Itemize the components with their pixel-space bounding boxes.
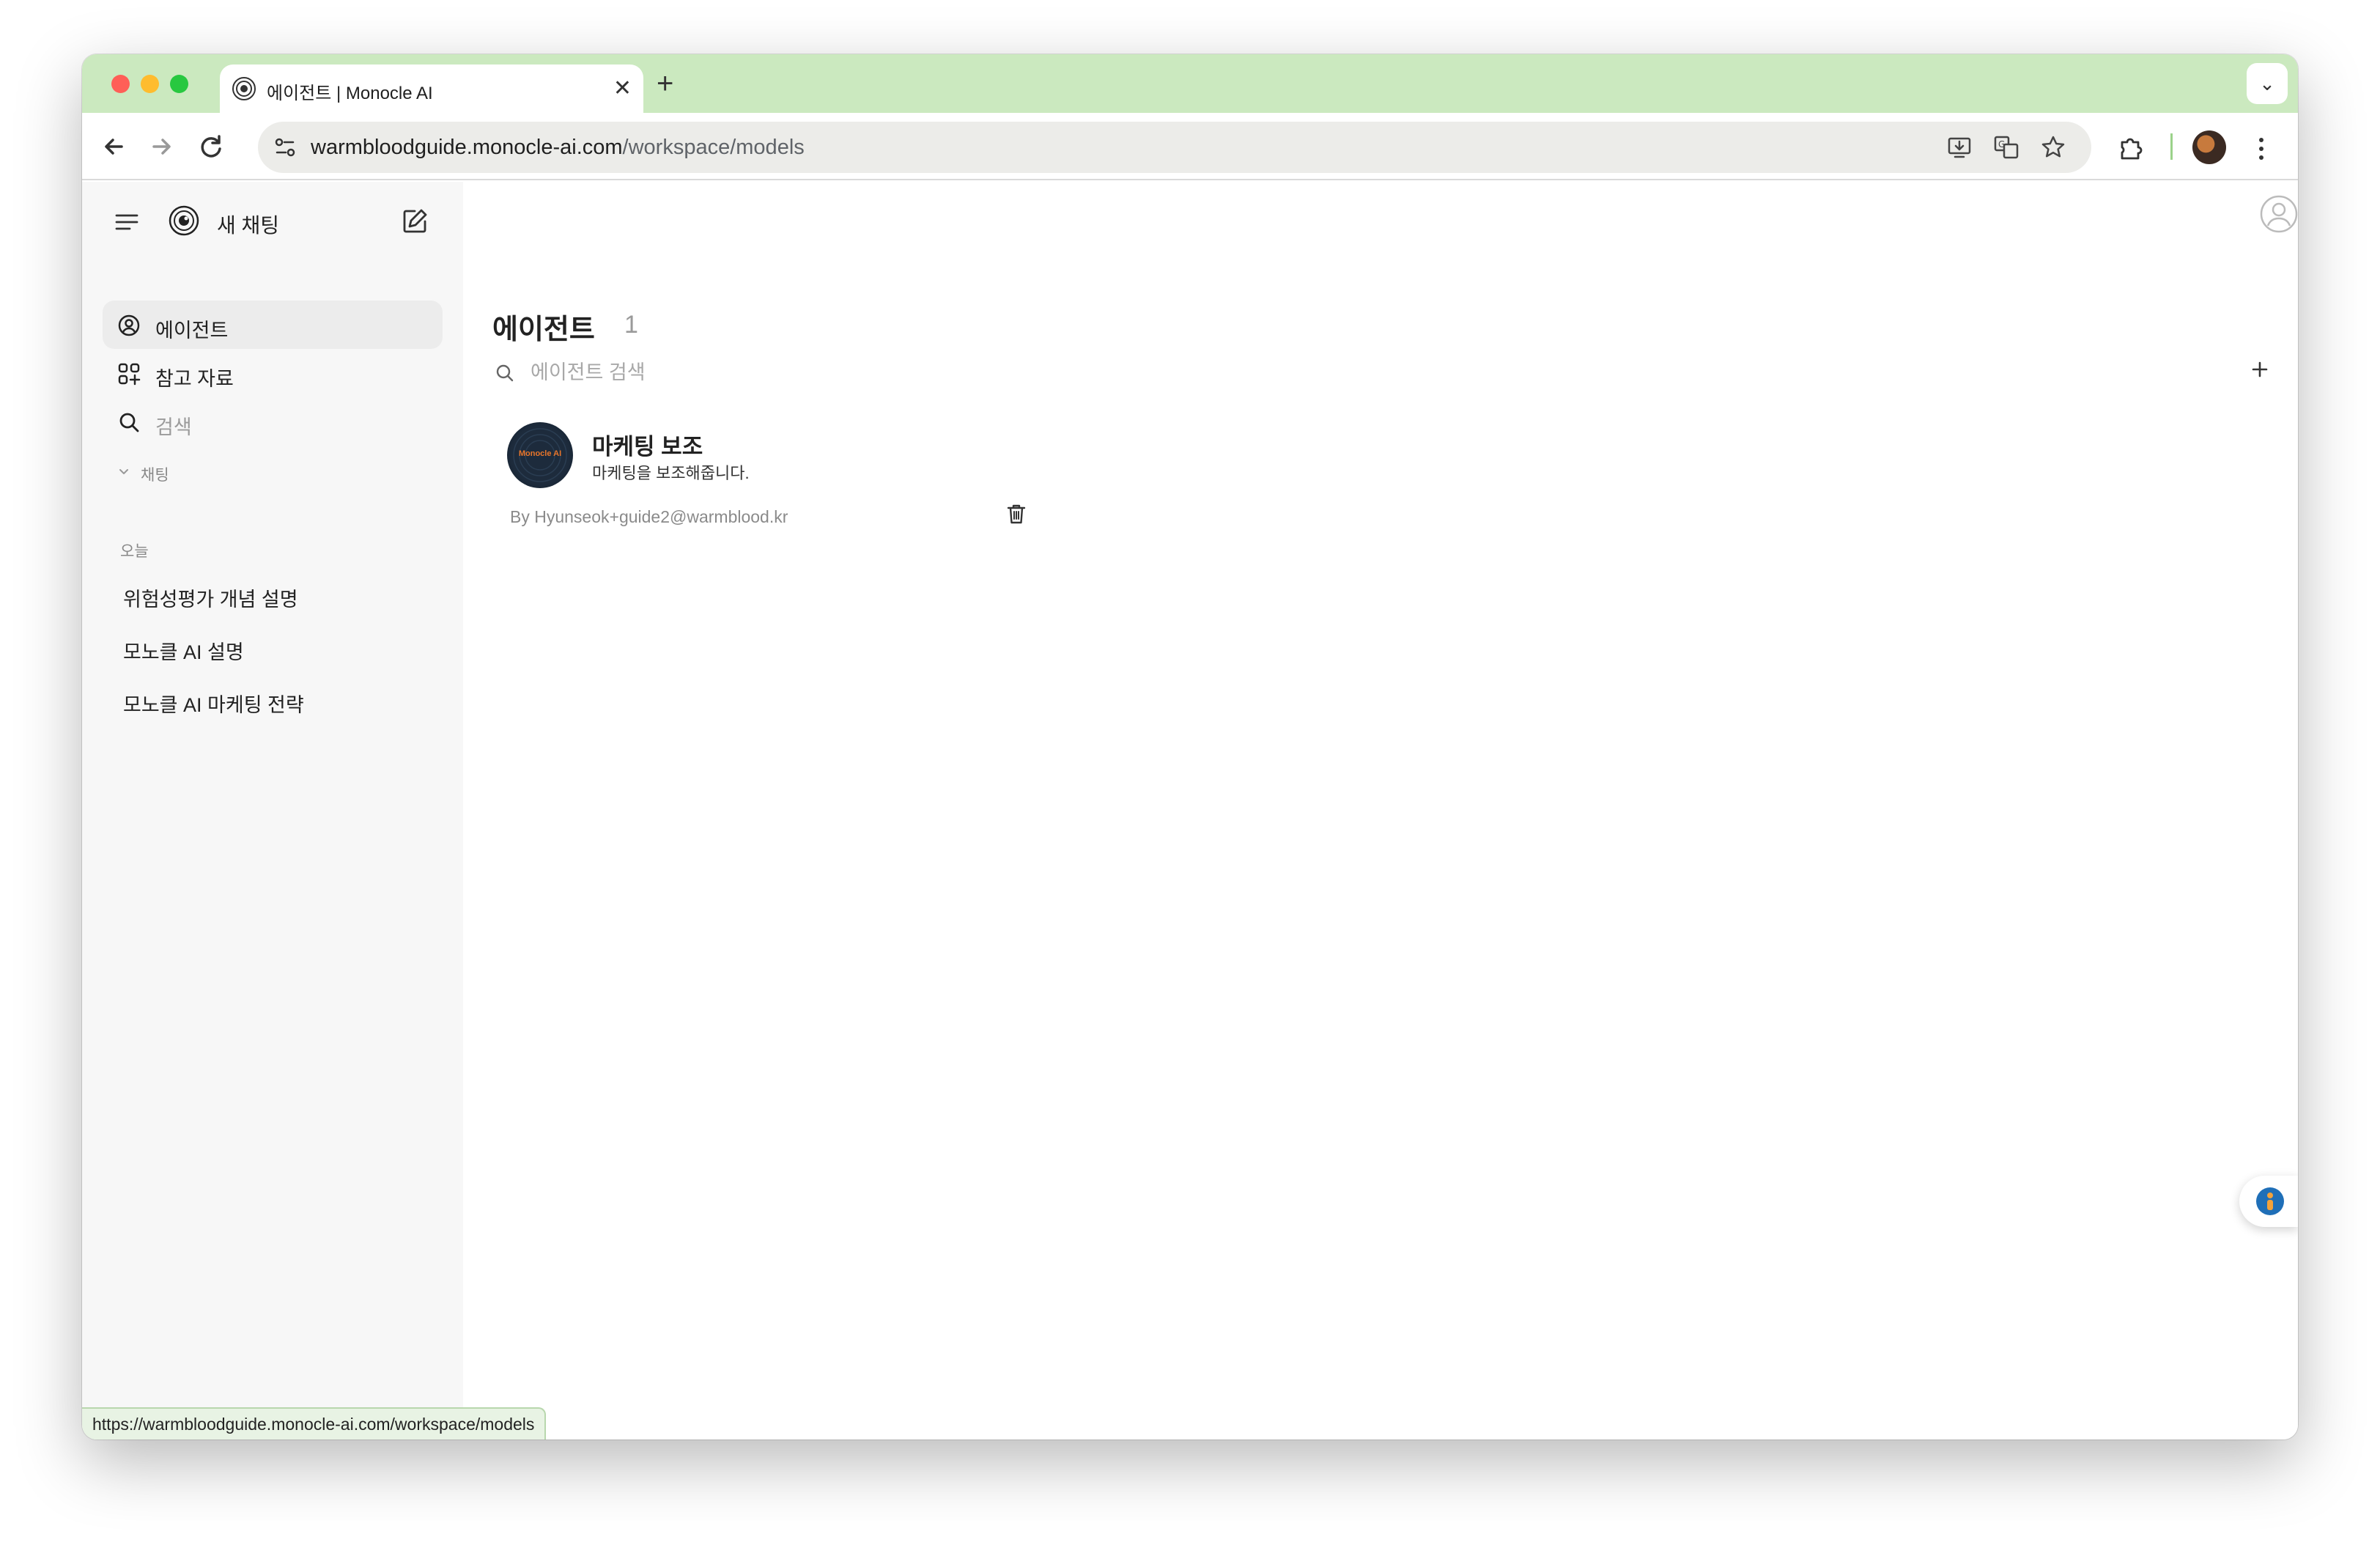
reload-icon[interactable] xyxy=(193,129,229,164)
install-app-icon[interactable] xyxy=(1946,134,1973,161)
sidebar-item-label: 검색 xyxy=(155,416,192,438)
url-path: /workspace/models xyxy=(622,136,805,159)
tab-search-button[interactable]: ⌄ xyxy=(2247,63,2288,104)
sidebar: 새 채팅 에이전트 참고 자료 검색 채팅 오늘 위험성평가 개념 설명 모노클… xyxy=(82,182,463,1440)
translate-icon[interactable]: G xyxy=(1993,134,2019,161)
svg-text:G: G xyxy=(1998,139,2005,150)
minimize-window-button[interactable] xyxy=(141,75,159,93)
add-agent-button[interactable] xyxy=(2245,355,2274,384)
user-avatar-icon[interactable] xyxy=(2260,195,2298,233)
address-bar[interactable]: warmbloodguide.monocle-ai.com/workspace/… xyxy=(258,122,2091,173)
zoom-window-button[interactable] xyxy=(170,75,188,93)
page-title: 에이전트 xyxy=(492,314,595,345)
info-person-icon xyxy=(2256,1187,2284,1215)
tab-close-icon[interactable]: ✕ xyxy=(613,74,632,103)
forward-arrow-icon[interactable] xyxy=(144,129,179,164)
monocle-favicon-icon xyxy=(232,77,256,100)
help-widget[interactable] xyxy=(2239,1176,2298,1227)
back-arrow-icon[interactable] xyxy=(97,129,132,164)
sidebar-item-label: 참고 자료 xyxy=(155,368,234,390)
url-text: warmbloodguide.monocle-ai.com/workspace/… xyxy=(311,136,805,160)
chevron-down-icon xyxy=(119,469,128,474)
agent-count: 1 xyxy=(624,311,638,339)
sidebar-item-references[interactable]: 참고 자료 xyxy=(103,349,443,397)
tab-title: 에이전트 | Monocle AI xyxy=(267,84,433,103)
trash-icon[interactable] xyxy=(1004,501,1029,526)
chats-section-label: 채팅 xyxy=(141,467,169,484)
toolbar-separator xyxy=(2170,133,2173,160)
agent-description: 마케팅을 보조해줍니다. xyxy=(592,464,750,482)
chat-history-item[interactable]: 모노클 AI 마케팅 전략 xyxy=(123,689,304,718)
bookmark-star-icon[interactable] xyxy=(2040,134,2066,161)
main-content: 에이전트 1 Monocle AI 마케팅 보조 마케팅을 보조해줍니다. By… xyxy=(463,182,2298,1440)
close-window-button[interactable] xyxy=(111,75,130,93)
url-host: warmbloodguide.monocle-ai.com xyxy=(311,136,623,159)
user-circle-icon xyxy=(118,314,140,336)
chats-collapse-toggle[interactable]: 채팅 xyxy=(117,459,205,484)
chat-history-item[interactable]: 모노클 AI 설명 xyxy=(123,636,244,665)
status-bar-url: https://warmbloodguide.monocle-ai.com/wo… xyxy=(82,1407,547,1440)
chat-history-item[interactable]: 위험성평가 개념 설명 xyxy=(123,583,298,612)
tab-strip: 에이전트 | Monocle AI ✕ + ⌄ xyxy=(82,54,2298,113)
browser-window: 에이전트 | Monocle AI ✕ + ⌄ warmbloodguide.m… xyxy=(82,54,2298,1440)
agent-author: By Hyunseok+guide2@warmblood.kr xyxy=(510,507,788,526)
more-menu-icon[interactable] xyxy=(2254,135,2269,163)
agent-avatar-logo-text: Monocle AI xyxy=(518,449,562,458)
sidebar-item-search[interactable]: 검색 xyxy=(103,397,443,446)
grid-plus-icon xyxy=(118,363,141,386)
sidebar-toggle-icon[interactable] xyxy=(114,211,139,233)
agent-name: 마케팅 보조 xyxy=(592,434,703,460)
search-icon xyxy=(119,413,139,432)
site-settings-icon[interactable] xyxy=(268,130,302,164)
sidebar-item-label: 에이전트 xyxy=(155,320,229,342)
profile-avatar[interactable] xyxy=(2192,130,2226,164)
sidebar-item-agents[interactable]: 에이전트 xyxy=(103,301,443,349)
new-chat-label[interactable]: 새 채팅 xyxy=(217,210,279,239)
today-section-label: 오늘 xyxy=(120,543,149,560)
extensions-puzzle-icon[interactable] xyxy=(2116,135,2144,163)
active-tab[interactable]: 에이전트 | Monocle AI ✕ xyxy=(220,64,643,113)
search-icon xyxy=(496,364,514,382)
new-chat-edit-icon[interactable] xyxy=(400,207,429,236)
monocle-logo-icon xyxy=(169,205,199,236)
agent-card[interactable]: Monocle AI 마케팅 보조 마케팅을 보조해줍니다. By Hyunse… xyxy=(492,402,1035,534)
new-tab-button[interactable]: + xyxy=(657,67,673,100)
agent-search-input[interactable] xyxy=(531,355,970,390)
agent-avatar: Monocle AI xyxy=(507,422,573,488)
